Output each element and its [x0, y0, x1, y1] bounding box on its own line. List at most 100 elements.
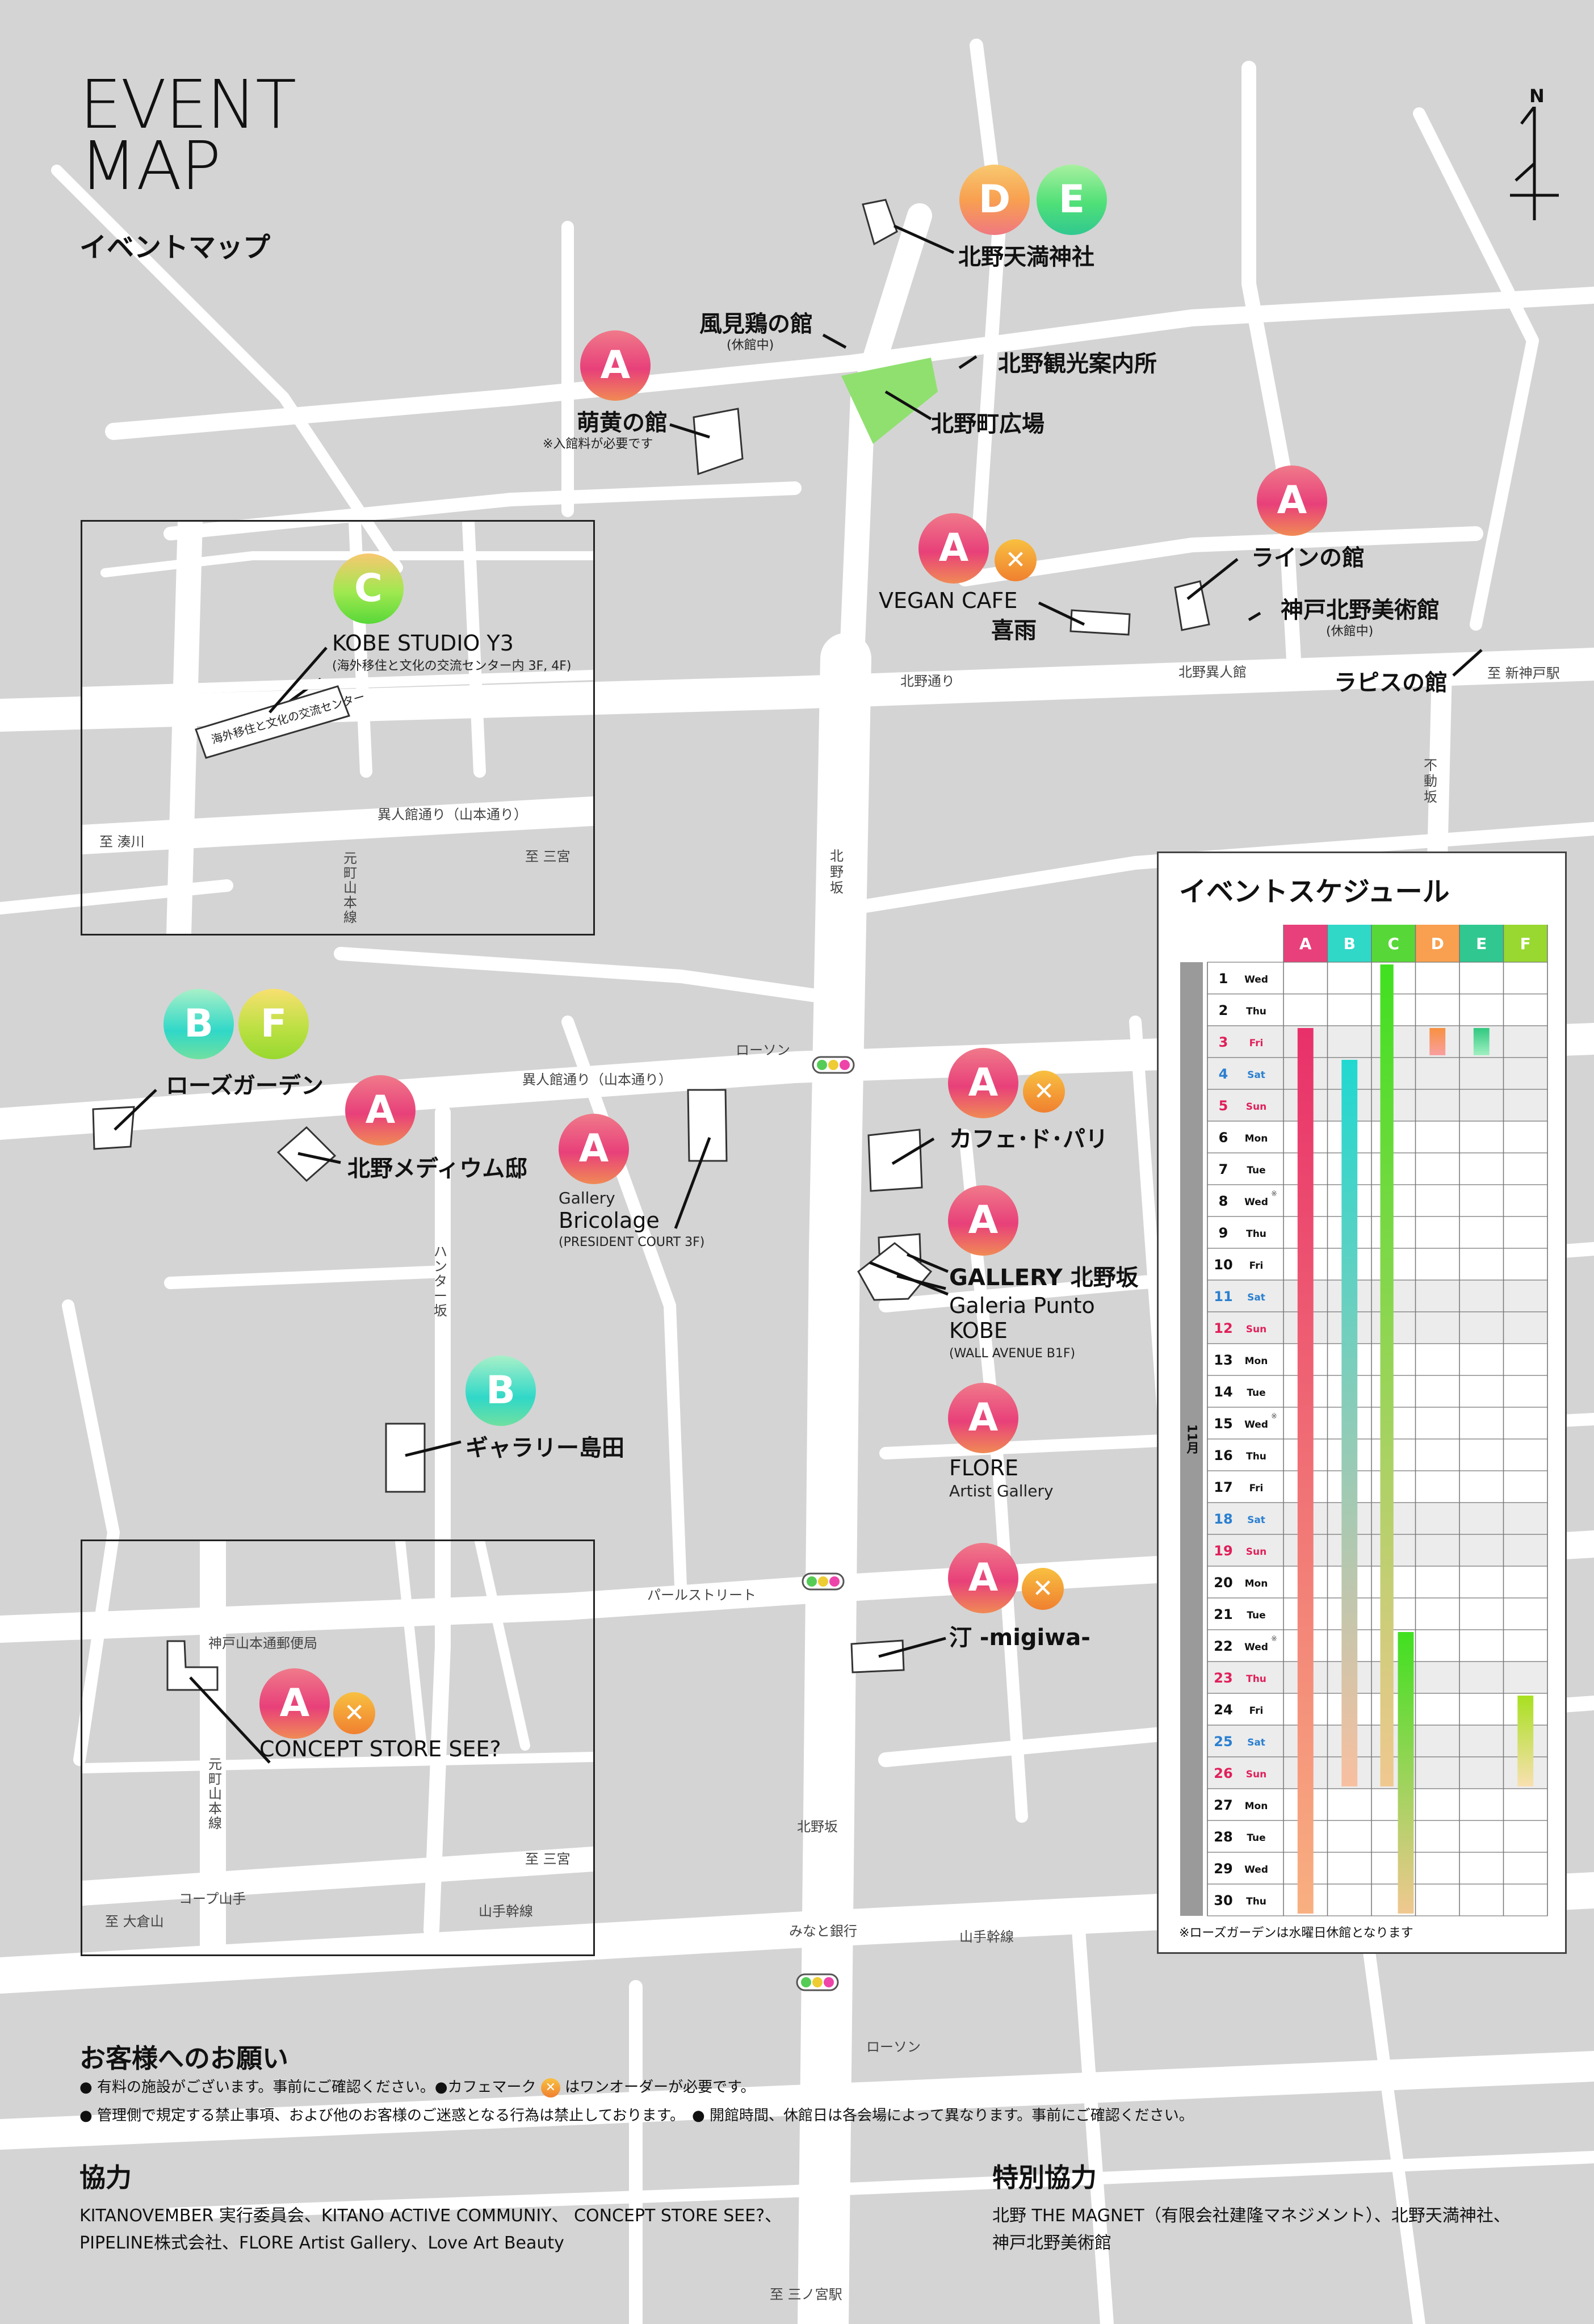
day-weekday: Fri — [1249, 1483, 1264, 1494]
col-label-E: E — [1476, 934, 1487, 953]
schedule-chart: 11月 A B C D E F 1 Wed 2 Thu 3 Fri 4 Sat 5 Sun 6 Mon 7 Tue 8 We… — [1180, 925, 1548, 1916]
label-flore[interactable]: FLORE — [949, 1455, 1018, 1480]
schedule-bar-F — [1517, 1696, 1534, 1786]
badge-A-migiwa[interactable]: A — [948, 1543, 1018, 1613]
day-number: 8 — [1219, 1193, 1228, 1209]
day-weekday: Sat — [1247, 1292, 1265, 1303]
badge-D-tenman[interactable]: D — [959, 165, 1030, 235]
label-lapis[interactable]: ラピスの館 — [1334, 664, 1448, 697]
label-hiroba[interactable]: 北野町広場 — [931, 405, 1045, 438]
road-ijinkan: 異人館通り（山本通り） — [522, 1072, 672, 1088]
day-number: 22 — [1214, 1638, 1232, 1654]
label-concept[interactable]: CONCEPT STORE SEE? — [259, 1736, 501, 1761]
label-vegan-2[interactable]: 喜雨 — [991, 612, 1037, 645]
badge-A-concept[interactable]: A — [259, 1668, 330, 1739]
badge-A-bricolage[interactable]: A — [559, 1114, 629, 1184]
road-lawson-1: ローソン — [736, 1042, 790, 1058]
notice-line1b: はワンオーダーが必要です。 — [565, 2079, 756, 2096]
day-weekday: Sat — [1247, 1737, 1265, 1748]
day-number: 18 — [1214, 1511, 1232, 1527]
day-number: 15 — [1214, 1416, 1232, 1432]
day-number: 24 — [1214, 1702, 1232, 1718]
day-number: 25 — [1214, 1734, 1232, 1750]
schedule-bar-A — [1297, 1028, 1314, 1914]
tokubetsu-line2: 神戸北野美術館 — [992, 2233, 1111, 2253]
tokubetsu-title: 特別協力 — [992, 2162, 1097, 2193]
schedule-bar-E — [1473, 1028, 1490, 1055]
day-number: 13 — [1214, 1352, 1232, 1368]
kyoryoku-title: 協力 — [79, 2162, 132, 2193]
day-number: 11 — [1214, 1289, 1232, 1304]
label-bricolage[interactable]: Bricolage — [559, 1208, 660, 1233]
day-number: 21 — [1214, 1606, 1232, 1622]
kyoryoku-line1: KITANOVEMBER 実行委員会、KITANO ACTIVE COMMUNI… — [79, 2206, 782, 2226]
day-weekday: Tue — [1247, 1832, 1265, 1844]
badge-B-rose[interactable]: B — [163, 989, 234, 1059]
road-kitano-ijinkan-bus: 北野異人館 — [1178, 664, 1247, 680]
notice-line1a: ● 有料の施設がございます。事前にご確認ください。●カフェマーク — [79, 2079, 536, 2096]
badge-A-paris[interactable]: A — [948, 1048, 1018, 1118]
label-punto-1[interactable]: Galeria Punto — [949, 1293, 1095, 1318]
schedule-bar-C — [1398, 1632, 1414, 1914]
day-number: 19 — [1214, 1543, 1232, 1559]
label-punto-2[interactable]: KOBE — [949, 1318, 1008, 1343]
day-weekday: Fri — [1249, 1038, 1264, 1049]
badge-A-kitanozaka[interactable]: A — [948, 1185, 1018, 1256]
day-weekday: Thu — [1246, 1006, 1266, 1017]
road-lawson-2: ローソン — [866, 2039, 921, 2055]
badge-A-medium[interactable]: A — [345, 1075, 416, 1146]
badge-A-rhine[interactable]: A — [1257, 465, 1327, 536]
day-number: 2 — [1219, 1002, 1228, 1018]
day-number: 30 — [1214, 1893, 1232, 1908]
cafe-icon-concept: ✕ — [333, 1692, 375, 1734]
kyoryoku-section: 協力 — [79, 2157, 132, 2195]
day-number: 10 — [1214, 1257, 1232, 1273]
badge-A-moegi[interactable]: A — [580, 330, 651, 401]
day-weekday: Wed — [1244, 974, 1268, 985]
badge-F-rose[interactable]: F — [238, 989, 309, 1059]
road-to-sannomiya-station: 至 三ノ宮駅 — [770, 2287, 842, 2302]
label-kankou[interactable]: 北野観光案内所 — [998, 345, 1157, 378]
badge-E-tenman[interactable]: E — [1037, 165, 1107, 235]
wed-mark: ※ — [1271, 1635, 1277, 1643]
day-number: 26 — [1214, 1765, 1232, 1781]
label-medium[interactable]: 北野メディウム邸 — [347, 1150, 527, 1183]
road-to-sannomiya-inset: 至 三宮 — [525, 849, 571, 865]
road-to-minatogawa: 至 湊川 — [99, 834, 145, 850]
road-motomachi-inset: 元町山本線 — [343, 850, 357, 925]
label-shimada[interactable]: ギャラリー島田 — [465, 1429, 624, 1462]
label-rhine[interactable]: ラインの館 — [1251, 539, 1365, 572]
day-number: 3 — [1219, 1034, 1228, 1050]
label-bijutsu[interactable]: 神戸北野美術館 — [1281, 592, 1440, 624]
label-vegan-1[interactable]: VEGAN CAFE — [879, 588, 1017, 613]
north-arrow: N — [1510, 85, 1559, 221]
day-number: 9 — [1219, 1225, 1228, 1241]
label-moegi[interactable]: 萌黄の館 — [577, 404, 668, 437]
label-cafe-paris[interactable]: カフェ･ド･パリ — [949, 1121, 1108, 1153]
wed-mark: ※ — [1271, 1412, 1277, 1421]
note-punto: (WALL AVENUE B1F) — [949, 1346, 1076, 1361]
badge-A-flore[interactable]: A — [948, 1383, 1018, 1453]
label-tenman[interactable]: 北野天満神社 — [958, 238, 1094, 271]
cafe-icon-vegan: ✕ — [995, 539, 1037, 581]
day-weekday: Sun — [1246, 1546, 1266, 1558]
label-flore-sub: Artist Gallery — [949, 1482, 1054, 1500]
north-label: N — [1529, 85, 1545, 107]
day-weekday: Tue — [1247, 1387, 1265, 1399]
badge-A-vegan[interactable]: A — [918, 513, 989, 584]
label-gallery-kitanozaka[interactable]: GALLERY 北野坂 — [949, 1259, 1139, 1292]
badge-B-shimada[interactable]: B — [465, 1356, 536, 1426]
label-migiwa[interactable]: 汀 -migiwa- — [949, 1619, 1090, 1652]
label-kazamidori[interactable]: 風見鶏の館 — [699, 305, 813, 338]
day-number: 7 — [1219, 1161, 1228, 1177]
label-rose[interactable]: ローズガーデン — [166, 1067, 324, 1100]
road-hunter: ハンター坂 — [434, 1244, 447, 1319]
day-number: 27 — [1214, 1797, 1232, 1813]
label-gallery-small: Gallery — [559, 1189, 615, 1207]
day-weekday: Thu — [1246, 1896, 1266, 1907]
kobe-leader — [269, 647, 328, 714]
day-weekday: Sun — [1246, 1324, 1266, 1335]
road-coop: コープ山手 — [179, 1891, 246, 1907]
map-title: EVENT MAP — [79, 71, 296, 199]
day-weekday: Wed — [1244, 1642, 1268, 1653]
